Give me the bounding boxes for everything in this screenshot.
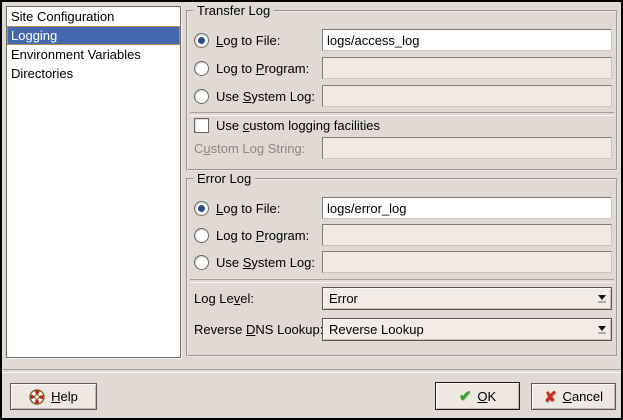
error-use-system-log-label: Use System Log: — [216, 255, 315, 270]
help-button-label: Help — [51, 389, 78, 404]
help-icon — [29, 389, 45, 405]
reverse-dns-label: Reverse DNS Lookup: — [194, 322, 323, 337]
error-log-title: Error Log — [193, 171, 255, 187]
transfer-log-title: Transfer Log — [193, 3, 274, 19]
sidebar-item-environment-variables[interactable]: Environment Variables — [7, 45, 180, 64]
custom-log-string-input — [322, 137, 612, 159]
footer-separator — [2, 369, 621, 373]
transfer-log-program-input — [322, 57, 612, 79]
help-button[interactable]: Help — [10, 383, 97, 410]
error-log-to-program-label: Log to Program: — [216, 228, 309, 243]
transfer-log-to-file-radio[interactable] — [194, 33, 209, 48]
transfer-system-log-input — [322, 85, 612, 107]
sidebar-item-directories[interactable]: Directories — [7, 64, 180, 83]
error-log-program-input — [322, 224, 612, 246]
error-log-group: Error Log Log to File: Log to Program: U… — [186, 178, 618, 357]
custom-log-string-label: Custom Log String: — [194, 141, 305, 156]
log-level-value: Error — [329, 291, 358, 306]
error-log-file-input[interactable] — [322, 197, 612, 219]
sidebar-item-label: Site Configuration — [11, 9, 114, 24]
transfer-use-system-log-label: Use System Log: — [216, 89, 315, 104]
reverse-dns-value: Reverse Lookup — [329, 322, 424, 337]
sidebar-item-label: Logging — [11, 28, 57, 43]
use-custom-logging-label: Use custom logging facilities — [216, 118, 380, 133]
error-system-log-input — [322, 251, 612, 273]
chevron-down-icon — [598, 326, 606, 334]
check-icon — [459, 387, 472, 405]
config-section-list[interactable]: Site Configuration Logging Environment V… — [6, 6, 181, 358]
reverse-dns-dropdown[interactable]: Reverse Lookup — [322, 318, 612, 341]
error-separator — [190, 279, 614, 283]
sidebar-item-site-configuration[interactable]: Site Configuration — [7, 7, 180, 26]
error-log-to-file-radio[interactable] — [194, 201, 209, 216]
ok-button-label: OK — [477, 389, 496, 404]
transfer-log-to-program-label: Log to Program: — [216, 61, 309, 76]
sidebar-item-label: Directories — [11, 66, 73, 81]
httpd-logging-dialog: Site Configuration Logging Environment V… — [0, 0, 623, 420]
use-custom-logging-checkbox[interactable] — [194, 118, 209, 133]
cancel-button[interactable]: Cancel — [531, 383, 616, 410]
log-level-label: Log Level: — [194, 291, 254, 306]
transfer-log-file-input[interactable] — [322, 29, 612, 51]
transfer-log-to-program-radio[interactable] — [194, 61, 209, 76]
cancel-button-label: Cancel — [563, 389, 603, 404]
error-log-to-file-label: Log to File: — [216, 201, 280, 216]
ok-button[interactable]: OK — [435, 382, 520, 410]
sidebar-item-label: Environment Variables — [11, 47, 141, 62]
x-icon — [544, 388, 557, 406]
transfer-log-group: Transfer Log Log to File: Log to Program… — [186, 10, 618, 171]
transfer-use-system-log-radio[interactable] — [194, 89, 209, 104]
error-log-to-program-radio[interactable] — [194, 228, 209, 243]
chevron-down-icon — [598, 295, 606, 303]
error-use-system-log-radio[interactable] — [194, 255, 209, 270]
transfer-log-to-file-label: Log to File: — [216, 33, 280, 48]
sidebar-item-logging[interactable]: Logging — [7, 26, 180, 45]
log-level-dropdown[interactable]: Error — [322, 287, 612, 310]
